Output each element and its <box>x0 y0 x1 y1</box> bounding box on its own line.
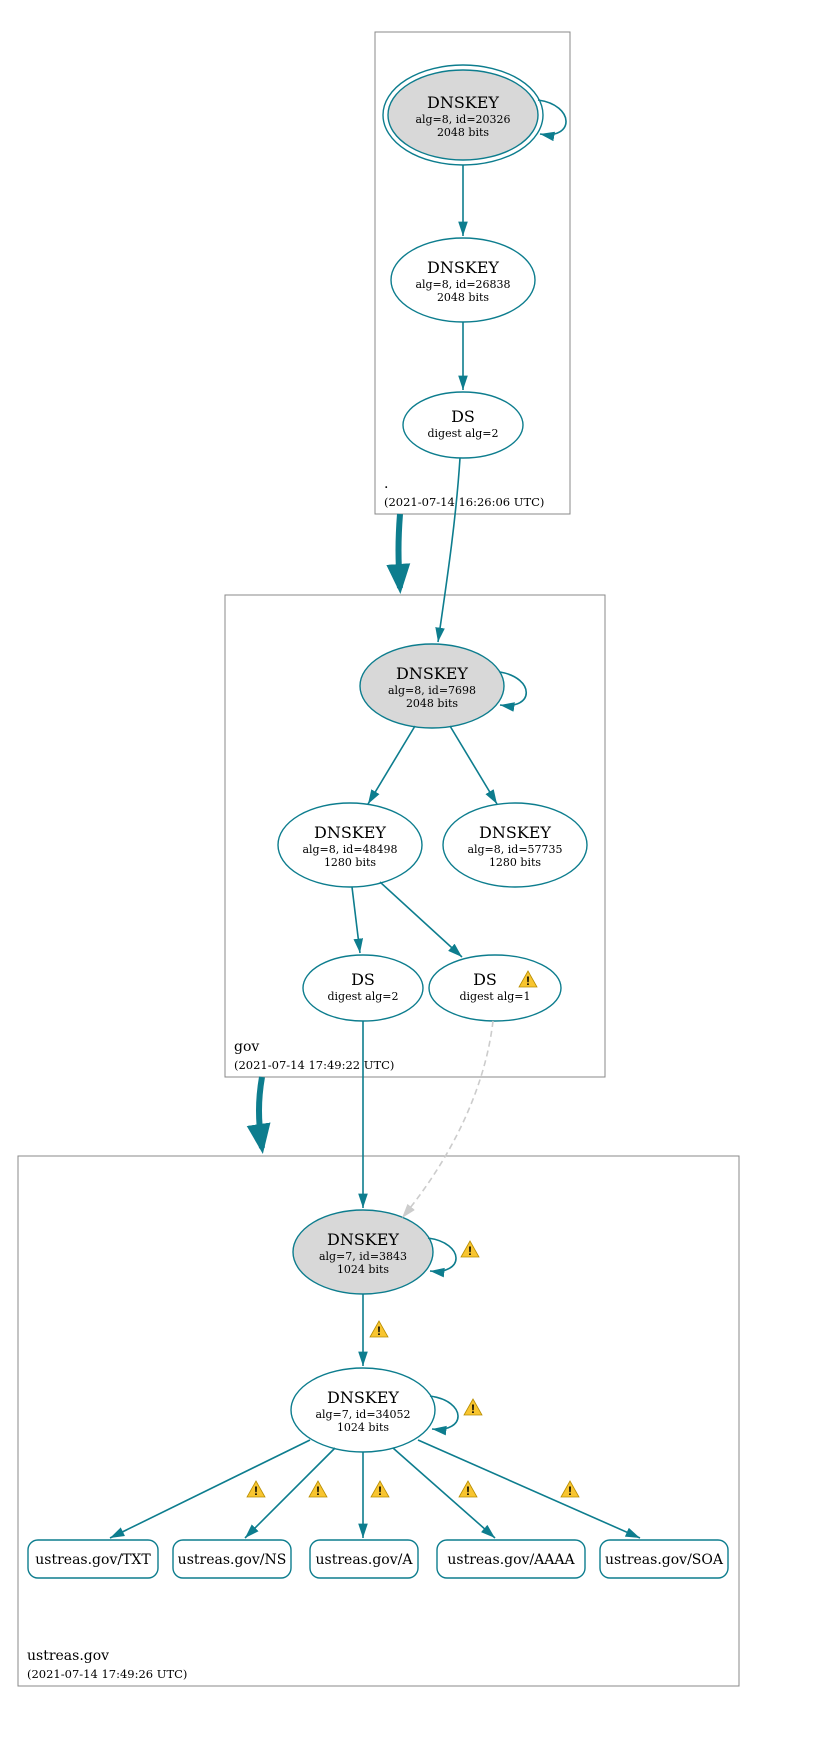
svg-text:1024 bits: 1024 bits <box>337 1421 389 1434</box>
svg-text:alg=8, id=20326: alg=8, id=20326 <box>415 113 510 126</box>
svg-text:DNSKEY: DNSKEY <box>427 258 499 277</box>
svg-text:ustreas.gov/AAAA: ustreas.gov/AAAA <box>447 1552 575 1568</box>
node-gov-zsk2: DNSKEY alg=8, id=57735 1280 bits <box>443 803 587 887</box>
rr-txt: ustreas.gov/TXT <box>28 1540 158 1578</box>
svg-text:digest alg=2: digest alg=2 <box>327 990 398 1003</box>
zone-ustreas-ts: (2021-07-14 17:49:26 UTC) <box>27 1667 187 1681</box>
svg-text:alg=7, id=3843: alg=7, id=3843 <box>319 1250 407 1263</box>
svg-text:ustreas.gov/A: ustreas.gov/A <box>316 1552 414 1568</box>
warning-icon <box>309 1481 327 1498</box>
edge-govksk-zsk1 <box>368 726 415 804</box>
node-gov-ds1: DS digest alg=2 <box>303 955 423 1021</box>
svg-text:alg=8, id=48498: alg=8, id=48498 <box>302 843 397 856</box>
edge-zsk-soa <box>418 1440 640 1538</box>
svg-text:2048 bits: 2048 bits <box>406 697 458 710</box>
svg-text:2048 bits: 2048 bits <box>437 291 489 304</box>
warning-icon <box>371 1481 389 1498</box>
svg-text:DNSKEY: DNSKEY <box>314 823 386 842</box>
edge-zsk-txt <box>110 1440 310 1538</box>
svg-text:ustreas.gov/TXT: ustreas.gov/TXT <box>35 1552 151 1568</box>
edge-govzsk1-ds1 <box>352 887 360 953</box>
svg-text:digest alg=1: digest alg=1 <box>459 990 530 1003</box>
svg-text:DS: DS <box>473 970 497 989</box>
svg-text:DNSKEY: DNSKEY <box>327 1388 399 1407</box>
warning-icon <box>461 1241 479 1258</box>
svg-text:1024 bits: 1024 bits <box>337 1263 389 1276</box>
edge-govds2-usksk <box>402 1021 493 1218</box>
node-gov-ksk: DNSKEY alg=8, id=7698 2048 bits <box>360 644 504 728</box>
svg-text:DNSKEY: DNSKEY <box>427 93 499 112</box>
node-root-ds: DS digest alg=2 <box>403 392 523 458</box>
node-ustreas-zsk: DNSKEY alg=7, id=34052 1024 bits <box>291 1368 435 1452</box>
svg-text:1280 bits: 1280 bits <box>489 856 541 869</box>
rr-ns: ustreas.gov/NS <box>173 1540 291 1578</box>
svg-text:alg=8, id=57735: alg=8, id=57735 <box>467 843 562 856</box>
node-root-zsk: DNSKEY alg=8, id=26838 2048 bits <box>391 238 535 322</box>
node-root-ksk: DNSKEY alg=8, id=20326 2048 bits <box>383 65 543 165</box>
svg-text:alg=8, id=26838: alg=8, id=26838 <box>415 278 510 291</box>
edge-root-to-gov-zone <box>399 514 401 588</box>
svg-text:DNSKEY: DNSKEY <box>327 1230 399 1249</box>
svg-text:DS: DS <box>451 407 475 426</box>
svg-text:alg=8, id=7698: alg=8, id=7698 <box>388 684 476 697</box>
rr-aaaa: ustreas.gov/AAAA <box>437 1540 585 1578</box>
zone-gov-ts: (2021-07-14 17:49:22 UTC) <box>234 1058 394 1072</box>
warning-icon <box>459 1481 477 1498</box>
rr-soa: ustreas.gov/SOA <box>600 1540 728 1578</box>
zone-gov-name: gov <box>234 1039 259 1055</box>
node-gov-zsk1: DNSKEY alg=8, id=48498 1280 bits <box>278 803 422 887</box>
svg-text:ustreas.gov/SOA: ustreas.gov/SOA <box>605 1552 724 1568</box>
svg-text:DS: DS <box>351 970 375 989</box>
zone-root-ts: (2021-07-14 16:26:06 UTC) <box>384 495 544 509</box>
edge-govzsk1-ds2 <box>380 882 462 957</box>
warning-icon <box>247 1481 265 1498</box>
edge-gov-to-ustreas-zone <box>259 1077 262 1148</box>
svg-text:DNSKEY: DNSKEY <box>396 664 468 683</box>
warning-icon <box>370 1321 388 1338</box>
svg-text:ustreas.gov/NS: ustreas.gov/NS <box>178 1552 287 1568</box>
edge-zsk-aaaa <box>393 1448 495 1538</box>
zone-root-name: . <box>384 476 388 492</box>
svg-text:alg=7, id=34052: alg=7, id=34052 <box>315 1408 410 1421</box>
node-gov-ds2: DS digest alg=1 <box>429 955 561 1021</box>
warning-icon <box>464 1399 482 1416</box>
node-ustreas-ksk: DNSKEY alg=7, id=3843 1024 bits <box>293 1210 433 1294</box>
zone-ustreas-name: ustreas.gov <box>27 1648 109 1664</box>
edge-govksk-zsk2 <box>450 726 497 804</box>
rr-a: ustreas.gov/A <box>310 1540 418 1578</box>
dnssec-diagram: ! . (2021-07-14 16:26:06 UTC) DNSKEY alg… <box>0 0 833 1742</box>
svg-text:DNSKEY: DNSKEY <box>479 823 551 842</box>
svg-text:digest alg=2: digest alg=2 <box>427 427 498 440</box>
svg-text:1280 bits: 1280 bits <box>324 856 376 869</box>
warning-icon <box>561 1481 579 1498</box>
edge-rootds-govksk <box>438 458 460 642</box>
svg-text:2048 bits: 2048 bits <box>437 126 489 139</box>
